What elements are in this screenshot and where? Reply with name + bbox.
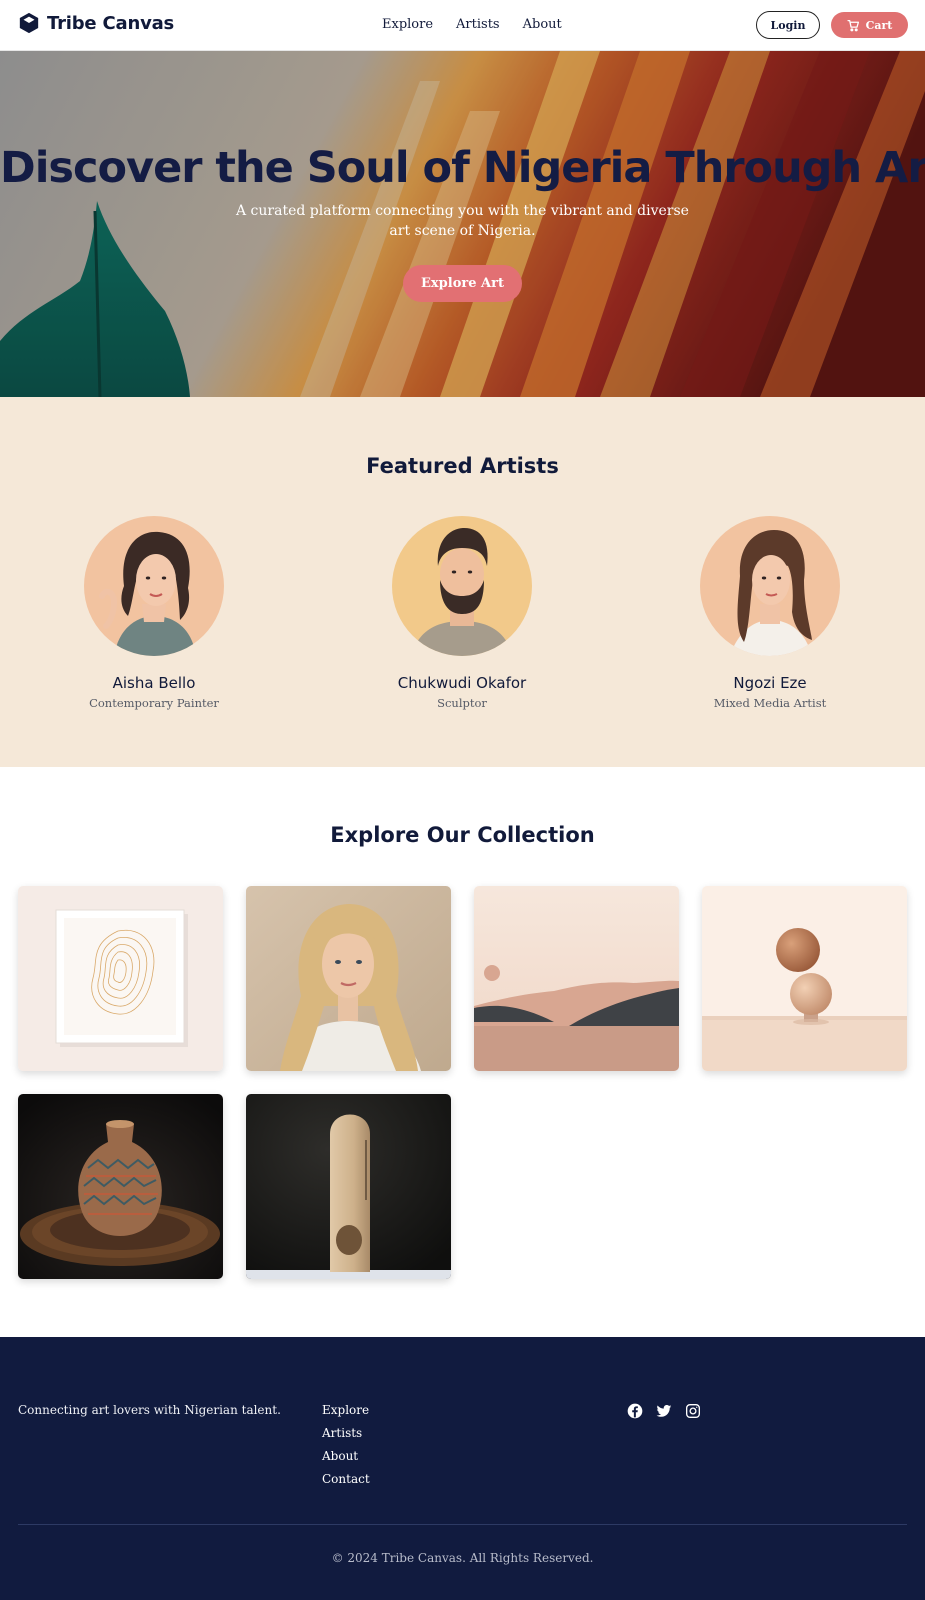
copyright-text: © 2024 Tribe Canvas. All Rights Reserved…	[331, 1551, 594, 1565]
featured-artists-title: Featured Artists	[366, 454, 559, 478]
patterned-vase-image	[18, 1094, 223, 1279]
footer-link-about[interactable]: About	[322, 1449, 358, 1463]
footer-link-explore[interactable]: Explore	[322, 1403, 369, 1417]
artist-role: Contemporary Painter	[89, 696, 219, 710]
instagram-icon[interactable]	[685, 1403, 701, 1419]
cart-icon	[847, 19, 859, 31]
footer-links: Explore Artists About Contact	[322, 1403, 370, 1495]
hero-title: Discover the Soul of Nigeria Through Art	[0, 143, 925, 193]
nav-link-explore[interactable]: Explore	[382, 17, 433, 32]
artist-card[interactable]: Chukwudi Okafor Sculptor	[362, 516, 562, 710]
artist-role: Mixed Media Artist	[713, 696, 827, 710]
top-navbar: Tribe Canvas Explore Artists About Login…	[0, 0, 925, 51]
collection-section: Explore Our Collection	[0, 767, 925, 1337]
artist-avatar	[700, 516, 840, 656]
stacked-spheres-image	[702, 886, 907, 1071]
hero-subtitle: A curated platform connecting you with t…	[236, 203, 689, 239]
collection-title: Explore Our Collection	[330, 823, 595, 847]
artwork-card[interactable]	[246, 886, 451, 1071]
nav-link-about[interactable]: About	[523, 17, 562, 32]
cube-icon	[19, 12, 39, 34]
facebook-icon[interactable]	[627, 1403, 643, 1419]
nav-link-artists[interactable]: Artists	[456, 17, 500, 32]
artist-avatar	[392, 516, 532, 656]
artwork-card[interactable]	[246, 1094, 451, 1279]
brand-logo[interactable]: Tribe Canvas	[18, 12, 174, 34]
artwork-card[interactable]	[18, 1094, 223, 1279]
artist-name: Ngozi Eze	[733, 674, 807, 692]
twitter-icon[interactable]	[656, 1403, 672, 1419]
hero-banner: Discover the Soul of Nigeria Through Art…	[0, 51, 925, 397]
artwork-card[interactable]	[702, 886, 907, 1071]
artist-name: Chukwudi Okafor	[397, 674, 527, 692]
social-links	[627, 1403, 701, 1419]
stone-sculpture-image	[246, 1094, 451, 1279]
footer-link-contact[interactable]: Contact	[322, 1472, 370, 1486]
artwork-card[interactable]	[474, 886, 679, 1071]
brand-name: Tribe Canvas	[47, 12, 175, 34]
footer-link-artists[interactable]: Artists	[322, 1426, 362, 1440]
portrait-painting-image	[246, 886, 451, 1071]
artwork-card[interactable]	[18, 886, 223, 1071]
cart-label: Cart	[865, 18, 893, 32]
site-footer: Connecting art lovers with Nigerian tale…	[0, 1337, 925, 1600]
artist-role: Sculptor	[437, 696, 487, 710]
artist-card[interactable]: Aisha Bello Contemporary Painter	[54, 516, 254, 710]
main-nav: Explore Artists About	[382, 17, 562, 32]
explore-art-button[interactable]: Explore Art	[403, 265, 522, 302]
footer-tagline: Connecting art lovers with Nigerian tale…	[18, 1403, 281, 1417]
framed-line-art-image	[18, 886, 223, 1071]
desert-landscape-image	[474, 886, 679, 1071]
login-button[interactable]: Login	[756, 11, 820, 39]
artist-avatar	[84, 516, 224, 656]
featured-artists-section: Featured Artists Aisha Bello Contemporar…	[0, 397, 925, 767]
artist-name: Aisha Bello	[112, 674, 196, 692]
footer-divider	[18, 1524, 907, 1525]
artist-card[interactable]: Ngozi Eze Mixed Media Artist	[670, 516, 870, 710]
cart-button[interactable]: Cart	[831, 12, 908, 38]
